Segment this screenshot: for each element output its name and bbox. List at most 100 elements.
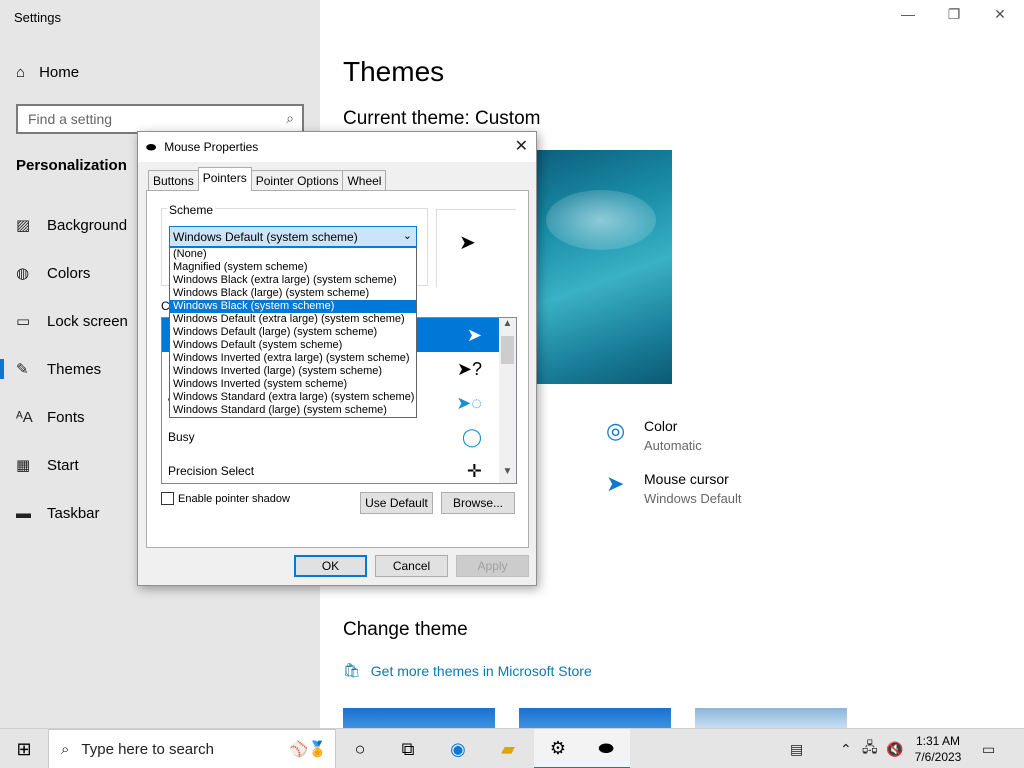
scheme-option[interactable]: Windows Standard (extra large) (system s…	[170, 391, 416, 404]
scheme-option[interactable]: Windows Default (system scheme)	[170, 339, 416, 352]
scheme-dropdown-list[interactable]: (None) Magnified (system scheme) Windows…	[169, 247, 417, 418]
notifications-icon[interactable]: ▭	[982, 729, 995, 768]
chevron-down-icon: ⌄	[402, 230, 412, 242]
dialog-title: Mouse Properties	[164, 140, 259, 154]
ok-button[interactable]: OK	[294, 555, 367, 577]
sidebar-item-label: Colors	[47, 264, 91, 282]
scheme-option-highlighted[interactable]: Windows Black (system scheme)	[170, 300, 416, 313]
cortana-icon[interactable]: ○	[336, 729, 384, 768]
store-link-label: Get more themes in Microsoft Store	[370, 662, 592, 679]
restore-icon[interactable]: ❐	[931, 6, 977, 23]
news-icon[interactable]: ▤	[790, 729, 803, 768]
start-icon: ▦	[16, 457, 31, 474]
scheme-option[interactable]: Windows Inverted (extra large) (system s…	[170, 352, 416, 365]
edge-icon[interactable]: ◉	[434, 729, 482, 768]
close-icon[interactable]: ✕	[977, 6, 1023, 23]
arrow-cursor-icon: ➤	[459, 232, 476, 254]
settings-app-icon[interactable]: ⚙	[534, 729, 582, 768]
color-value: Automatic	[644, 438, 702, 453]
page-title: Themes	[343, 56, 445, 87]
scheme-option[interactable]: Windows Inverted (large) (system scheme)	[170, 365, 416, 378]
fonts-icon: ᴬA	[16, 408, 33, 426]
search-icon: ⌕	[286, 110, 294, 126]
mouse-icon: ⬬	[146, 139, 157, 154]
checkbox-box[interactable]	[161, 492, 174, 505]
sidebar-item-label: Taskbar	[47, 504, 100, 522]
cursor-list-scrollbar[interactable]: ▲ ▼	[499, 318, 516, 483]
system-clock[interactable]: 1:31 AM 7/6/2023	[906, 733, 970, 765]
cursor-icon: ➤	[606, 471, 625, 496]
enable-pointer-shadow-checkbox[interactable]: Enable pointer shadow	[161, 492, 290, 505]
scheme-dropdown[interactable]: Windows Default (system scheme) ⌄	[169, 226, 417, 247]
sidebar-item-label: Fonts	[47, 408, 85, 426]
store-icon: 🛍	[343, 662, 361, 678]
cursor-row-label: Precision Select	[168, 464, 255, 478]
cancel-button[interactable]: Cancel	[375, 555, 448, 577]
mouse-cursor-setting[interactable]: ➤ Mouse cursor Windows Default	[606, 471, 742, 506]
taskbar: ⊞ ⌕ Type here to search ⚾🏅 ○ ⧉ ◉ ▰ ⚙ ⬬ ▤…	[0, 728, 1024, 768]
find-setting-placeholder: Find a setting	[28, 111, 113, 127]
scheme-selected-value: Windows Default (system scheme)	[173, 230, 358, 244]
scheme-option[interactable]: Windows Inverted (system scheme)	[170, 378, 416, 391]
scheme-option[interactable]: Windows Standard (large) (system scheme)	[170, 404, 416, 417]
scroll-up-icon[interactable]: ▲	[499, 318, 516, 335]
cursor-row-precision-select[interactable]: Precision Select ✛	[162, 454, 500, 483]
mouse-cursor-label: Mouse cursor	[644, 471, 729, 487]
cursor-row-label: Busy	[168, 430, 195, 444]
scheme-option[interactable]: Windows Black (large) (system scheme)	[170, 287, 416, 300]
tab-pointers[interactable]: Pointers	[197, 167, 252, 191]
change-theme-heading: Change theme	[343, 619, 468, 640]
mouse-cursor-value: Windows Default	[644, 491, 742, 506]
task-view-icon[interactable]: ⧉	[384, 729, 432, 768]
scheme-label: Scheme	[167, 203, 216, 217]
theme-thumbnail[interactable]	[343, 708, 495, 728]
mouse-app-icon[interactable]: ⬬	[582, 729, 630, 768]
volume-muted-icon[interactable]: 🔇	[886, 729, 903, 768]
color-label: Color	[644, 418, 678, 434]
close-icon[interactable]: ✕	[515, 136, 528, 156]
scheme-option[interactable]: Windows Default (extra large) (system sc…	[170, 313, 416, 326]
palette-icon: ◎	[606, 418, 626, 443]
file-explorer-icon[interactable]: ▰	[484, 729, 532, 768]
clock-date: 7/6/2023	[914, 750, 962, 764]
store-link[interactable]: 🛍 Get more themes in Microsoft Store	[343, 662, 592, 679]
cursor-row-busy[interactable]: Busy ◯	[162, 420, 500, 454]
color-setting[interactable]: ◎ Color Automatic	[606, 418, 702, 453]
help-cursor-icon: ➤?	[456, 358, 482, 379]
theme-thumbnail[interactable]	[519, 708, 671, 728]
scheme-option[interactable]: Windows Black (extra large) (system sche…	[170, 274, 416, 287]
sidebar-item-label: Lock screen	[47, 312, 128, 330]
find-setting-input[interactable]: Find a setting ⌕	[16, 104, 304, 134]
dialog-titlebar: ⬬ Mouse Properties ✕	[138, 132, 536, 162]
theme-preview-image[interactable]	[536, 150, 672, 384]
scheme-option[interactable]: Windows Default (large) (system scheme)	[170, 326, 416, 339]
image-icon: ▨	[16, 217, 31, 234]
arrow-cursor-icon: ➤	[466, 324, 482, 345]
enable-pointer-shadow-label: Enable pointer shadow	[178, 492, 290, 505]
sidebar-item-label: Start	[47, 456, 79, 474]
sidebar-item-label: Themes	[47, 360, 102, 378]
windows-start-icon[interactable]: ⊞	[0, 729, 48, 768]
chevron-up-icon[interactable]: ⌃	[840, 729, 852, 768]
minimize-icon[interactable]: —	[885, 6, 931, 22]
use-default-button[interactable]: Use Default	[360, 492, 433, 514]
theme-thumbnail[interactable]	[695, 708, 847, 728]
mouse-properties-dialog: ⬬ Mouse Properties ✕ Buttons Pointers Po…	[137, 131, 537, 586]
lock-screen-icon: ▭	[16, 313, 31, 330]
scheme-option[interactable]: (None)	[170, 248, 416, 261]
sidebar-item-label: Background	[47, 216, 128, 234]
taskbar-search-input[interactable]: ⌕ Type here to search ⚾🏅	[48, 729, 336, 768]
current-theme-label: Current theme: Custom	[343, 108, 541, 129]
section-title: Personalization	[16, 157, 127, 174]
scroll-down-icon[interactable]: ▼	[499, 466, 516, 483]
network-icon[interactable]: 🖧	[862, 729, 878, 768]
home-nav[interactable]: ⌂ Home	[16, 64, 79, 81]
pointer-preview: ➤	[436, 209, 516, 287]
pointers-panel: Scheme ➤ Windows Default (system scheme)…	[146, 190, 529, 548]
busy-cursor-icon: ◯	[461, 426, 482, 447]
taskbar-search-placeholder: Type here to search	[81, 740, 214, 758]
browse-button[interactable]: Browse...	[441, 492, 515, 514]
scrollbar-thumb[interactable]	[501, 336, 514, 364]
scheme-option[interactable]: Magnified (system scheme)	[170, 261, 416, 274]
home-icon: ⌂	[16, 64, 26, 81]
